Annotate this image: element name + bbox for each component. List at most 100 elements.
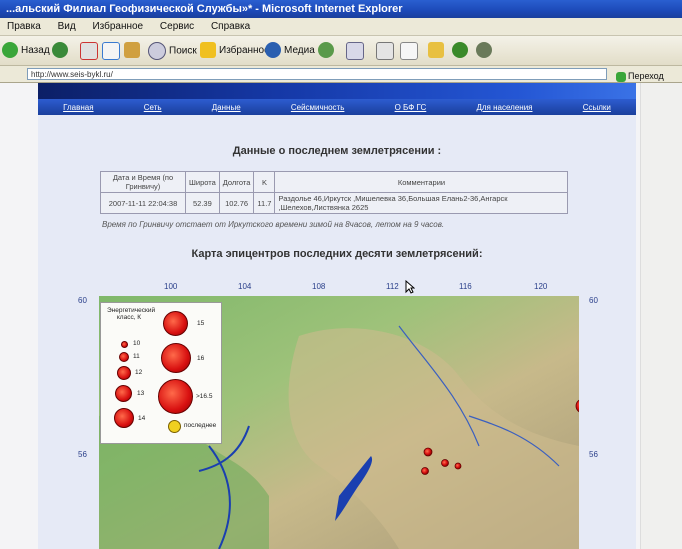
legend-dot-13: [115, 385, 132, 402]
legend-label-14: 14: [138, 415, 146, 422]
messenger-icon: [452, 42, 468, 59]
site-banner: [38, 83, 636, 99]
star-icon: [200, 42, 216, 59]
back-button[interactable]: Назад: [2, 42, 50, 60]
legend-dot-10: [121, 341, 128, 348]
refresh-button[interactable]: [102, 42, 123, 60]
legend-label-13: 13: [137, 390, 145, 397]
legend-label-15: 15: [197, 320, 205, 327]
lon-tick-116: 116: [459, 282, 472, 291]
forward-arrow-icon: [52, 42, 68, 59]
lat-tick-60-left: 60: [78, 296, 87, 305]
toolbar: Назад Поиск Избранное Медиа: [0, 36, 682, 66]
nav-seismicity[interactable]: Сейсмичность: [291, 103, 345, 112]
refresh-icon: [102, 42, 120, 60]
media-button[interactable]: Медиа: [265, 42, 315, 60]
forward-button[interactable]: [52, 42, 71, 60]
epicenter-mark: [441, 459, 449, 467]
col-lat: Широта: [185, 171, 220, 193]
map-heading: Карта эпицентров последних десяти землет…: [191, 248, 483, 260]
extra-icon: [476, 42, 492, 59]
nav-links[interactable]: Ссылки: [583, 103, 611, 112]
legend-dot-15: [163, 311, 188, 336]
legend-dot-11: [119, 352, 129, 362]
search-button[interactable]: Поиск: [148, 42, 197, 60]
page-viewport: Главная Сеть Данные Сейсмичность О БФ ГС…: [0, 83, 682, 549]
epicenter-mark: [454, 462, 462, 470]
site-nav: Главная Сеть Данные Сейсмичность О БФ ГС…: [38, 99, 636, 115]
print-icon: [376, 42, 394, 60]
epicenter-mark: [423, 447, 433, 457]
legend-dot-12: [117, 366, 131, 380]
map-legend: Энергетический класс, К 10 11 12 13 14 1…: [100, 302, 222, 444]
home-button[interactable]: [124, 42, 143, 60]
menu-bar: Правка Вид Избранное Сервис Справка: [0, 18, 682, 36]
nav-home[interactable]: Главная: [63, 103, 93, 112]
col-lon: Долгота: [218, 171, 255, 193]
lat-tick-56-right: 56: [589, 450, 598, 459]
latest-quake-heading: Данные о последнем землетрясении :: [232, 145, 442, 157]
legend-label-12: 12: [135, 369, 143, 376]
legend-dot-14: [114, 408, 134, 428]
nav-network[interactable]: Сеть: [144, 103, 162, 112]
menu-edit[interactable]: Правка: [0, 18, 48, 36]
legend-latest-label: последнее: [184, 422, 217, 429]
history-icon: [318, 42, 334, 59]
menu-help[interactable]: Справка: [204, 18, 257, 36]
cell-datetime: 2007-11-11 22:04:38: [100, 192, 186, 214]
address-bar: http://www.seis-bykl.ru/ Переход: [0, 66, 682, 83]
lon-tick-112: 112: [386, 282, 399, 291]
nav-about[interactable]: О БФ ГС: [395, 103, 427, 112]
table-row: 2007-11-11 22:04:38 52.39 102.76 11.7 Ра…: [100, 192, 569, 214]
legend-dot-16: [161, 343, 191, 373]
edit-button[interactable]: [400, 42, 421, 60]
cell-lon: 102.76: [218, 192, 255, 214]
favorites-button[interactable]: Избранное: [200, 42, 270, 60]
go-arrow-icon: [616, 71, 626, 82]
edit-icon: [400, 42, 418, 60]
lat-tick-60-right: 60: [589, 296, 598, 305]
mail-button[interactable]: [346, 42, 367, 60]
lon-tick-104: 104: [238, 282, 252, 291]
cell-comments: Раздолье 46,Иркутск ,Мишелевка 36,Больша…: [274, 192, 569, 214]
legend-dot-16-5: [158, 379, 193, 414]
table-header-row: Дата и Время (по Гринвичу) Широта Долгот…: [100, 171, 569, 193]
legend-label-11: 11: [133, 353, 140, 360]
mouse-cursor-icon: [405, 280, 415, 294]
legend-latest-dot: [168, 420, 181, 433]
lon-tick-120: 120: [534, 282, 548, 291]
messenger-button[interactable]: [452, 42, 471, 60]
mail-icon: [346, 42, 364, 60]
address-input[interactable]: http://www.seis-bykl.ru/: [27, 68, 607, 80]
page-content: Главная Сеть Данные Сейсмичность О БФ ГС…: [38, 83, 636, 549]
media-icon: [265, 42, 281, 59]
back-arrow-icon: [2, 42, 18, 59]
epicenter-mark: [421, 467, 429, 475]
search-icon: [148, 42, 166, 60]
menu-view[interactable]: Вид: [51, 18, 83, 36]
folder-icon: [428, 42, 444, 59]
quake-table: Дата и Время (по Гринвичу) Широта Долгот…: [100, 171, 569, 214]
extra-button[interactable]: [476, 42, 495, 60]
legend-title: Энергетический класс, К: [107, 307, 156, 321]
nav-data[interactable]: Данные: [212, 103, 241, 112]
menu-favorites[interactable]: Избранное: [85, 18, 150, 36]
legend-label-16: 16: [197, 355, 205, 362]
legend-label-16-5: >16.5: [196, 393, 213, 400]
stop-button[interactable]: [80, 42, 101, 60]
folder-button[interactable]: [428, 42, 447, 60]
timezone-note: Время по Гринвичу отстает от Иркутского …: [102, 220, 445, 229]
lat-tick-56-left: 56: [78, 450, 87, 459]
stop-icon: [80, 42, 98, 60]
cell-k: 11.7: [253, 192, 276, 214]
print-button[interactable]: [376, 42, 397, 60]
history-button[interactable]: [318, 42, 337, 60]
home-icon: [124, 42, 140, 59]
menu-tools[interactable]: Сервис: [153, 18, 201, 36]
legend-label-10: 10: [133, 340, 141, 347]
vertical-scrollbar[interactable]: [640, 83, 682, 549]
browser-window: ...альский Филиал Геофизической Службы»*…: [0, 0, 682, 549]
lon-tick-100: 100: [164, 282, 178, 291]
window-title: ...альский Филиал Геофизической Службы»*…: [0, 0, 682, 18]
nav-public[interactable]: Для населения: [476, 103, 532, 112]
